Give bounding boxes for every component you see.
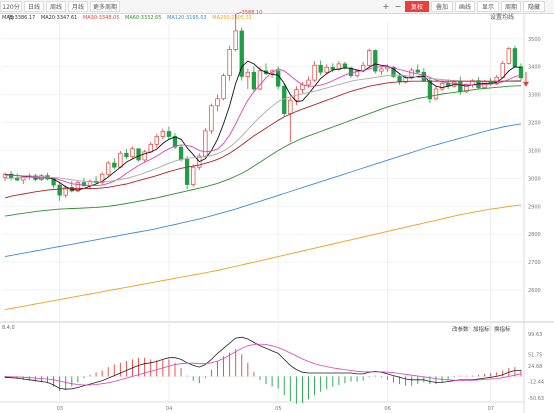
candle-body xyxy=(276,70,281,87)
candle-body xyxy=(385,66,390,70)
y-tick-label: 2900 xyxy=(528,204,541,210)
candle-body xyxy=(452,81,457,87)
y-tick-label: 3100 xyxy=(528,148,541,154)
x-tick-label: 06 xyxy=(384,406,390,412)
macd-dif-line xyxy=(4,336,521,390)
candle-body xyxy=(306,79,311,86)
macd-dea-line xyxy=(4,343,522,386)
candle-body xyxy=(512,48,518,68)
candle-body xyxy=(245,71,250,77)
macd-y-tick: 99.63 xyxy=(528,332,542,338)
candle-body xyxy=(439,83,445,90)
y-tick-label: 2800 xyxy=(528,232,541,238)
candle-body xyxy=(160,131,166,137)
candle-body xyxy=(330,66,335,70)
switch-indicator-button[interactable]: 换指标 xyxy=(494,325,511,333)
candle-body xyxy=(282,85,287,114)
macd-y-tick: 24.68 xyxy=(528,364,542,370)
macd-y-tick: -12.44 xyxy=(528,380,544,386)
add-indicator-button[interactable]: 加指标 xyxy=(473,325,490,333)
candle-body xyxy=(106,162,111,175)
candle-body xyxy=(367,50,372,66)
ma-line-ma250 xyxy=(4,204,522,311)
candle-body xyxy=(251,71,257,90)
candle-body xyxy=(506,48,511,64)
change-params-button[interactable]: 改参数 xyxy=(452,325,469,333)
candle-body xyxy=(203,130,208,157)
macd-y-tick: 51.75 xyxy=(528,352,542,358)
candle-body xyxy=(227,49,232,76)
candle-body xyxy=(148,143,153,153)
y-tick-label: 3500 xyxy=(528,37,541,43)
candle-body xyxy=(184,159,190,185)
candle-body xyxy=(166,131,172,137)
candle-body xyxy=(191,166,196,185)
candle-body xyxy=(518,66,524,79)
x-tick-label: 03 xyxy=(57,406,63,412)
candle-body xyxy=(112,162,117,168)
candle-body xyxy=(136,148,141,161)
ma-line-ma120 xyxy=(4,123,522,258)
y-tick-label: 2600 xyxy=(528,288,541,294)
macd-y-tick: -50.63 xyxy=(528,396,544,402)
y-tick-label: 3200 xyxy=(528,121,541,127)
candle-body xyxy=(233,30,238,50)
candle-body xyxy=(318,64,323,73)
ma-line-ma5 xyxy=(4,60,522,191)
candle-body xyxy=(130,148,135,157)
candle-body xyxy=(221,75,226,100)
candlestick-chart: 2600 2700 2800 2900 3000 3100 3200 3300 3400 3500… xyxy=(0,10,554,413)
candle-body xyxy=(373,50,378,72)
candle-body xyxy=(178,146,184,160)
candle-body xyxy=(415,69,420,73)
y-tick-label: 2700 xyxy=(528,260,541,266)
candle-body xyxy=(57,184,62,196)
candle-body xyxy=(379,68,384,72)
ma-line-ma20 xyxy=(4,74,522,183)
candle-body xyxy=(433,88,439,100)
y-tick-label: 3000 xyxy=(528,176,541,182)
candle-body xyxy=(500,62,505,78)
y-tick-label: 3400 xyxy=(528,65,541,71)
candle-body xyxy=(324,66,329,73)
divider: | xyxy=(490,325,492,331)
candle-body xyxy=(288,99,293,114)
x-tick-label: 04 xyxy=(166,406,172,412)
candle-body xyxy=(312,64,317,81)
macd-title: 8,4,0 xyxy=(2,325,15,331)
candle-body xyxy=(348,67,354,76)
x-tick-label: 05 xyxy=(275,406,281,412)
y-tick-label: 3300 xyxy=(528,93,541,99)
candle-body xyxy=(397,76,402,83)
candle-body xyxy=(215,98,220,107)
divider: | xyxy=(469,325,471,331)
candle-body xyxy=(209,105,214,132)
candle-body xyxy=(124,152,129,157)
candle-body xyxy=(15,177,20,181)
x-tick-label: 07 xyxy=(488,406,494,412)
candle-body xyxy=(154,136,159,145)
ma-line-ma30 xyxy=(4,80,521,199)
high-annotation: 3588.10 xyxy=(242,10,263,16)
candle-body xyxy=(118,152,123,168)
